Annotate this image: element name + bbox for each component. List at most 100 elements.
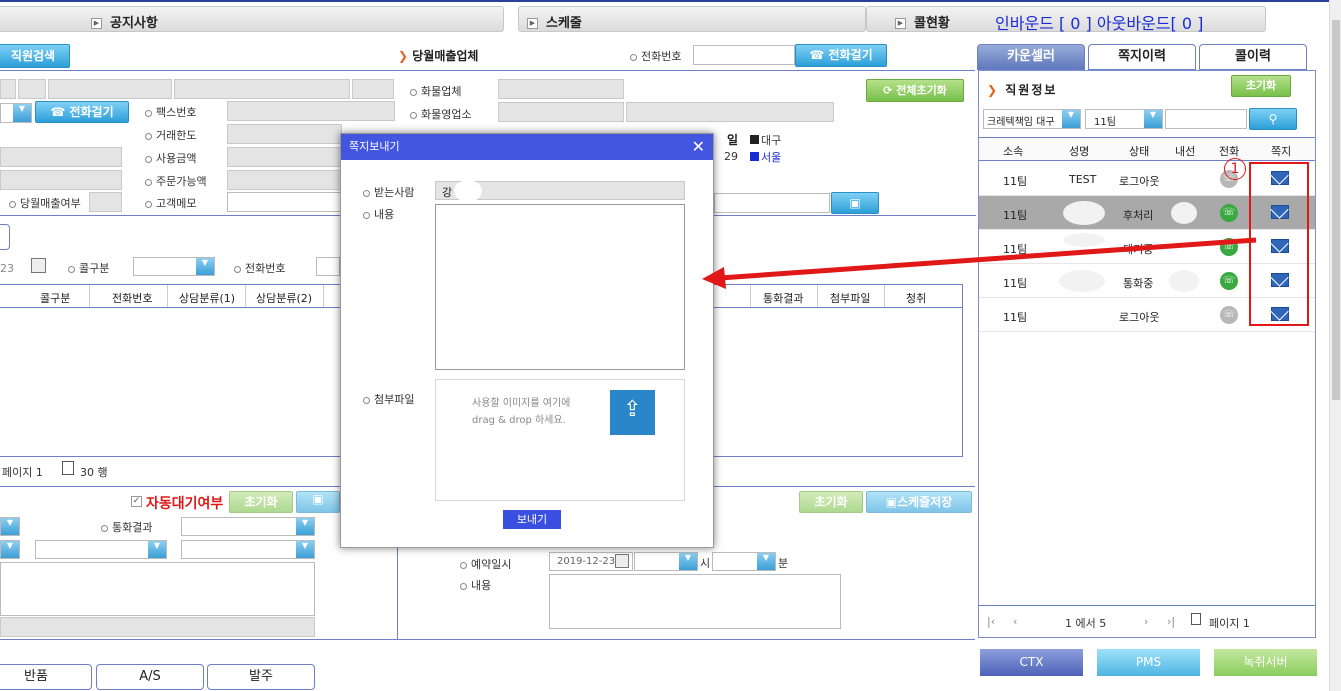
call-status-button[interactable]: ▶ 콜현황 인바운드 [ 0 ] 아웃바운드[ 0 ]	[866, 6, 1266, 33]
annotation-marker: 1	[1224, 158, 1246, 180]
as-button[interactable]: A/S	[96, 664, 204, 690]
staff-team: 11팀	[1003, 209, 1028, 222]
upload-icon[interactable]: ⇪	[610, 390, 655, 435]
dialog-title: 쪽지보내기	[349, 140, 400, 153]
org-select[interactable]: 크레텍책임 대구 ▼	[983, 109, 1081, 129]
orderable-field	[227, 170, 342, 190]
arrow-right-icon: ▶	[91, 18, 102, 29]
staff-reset-button[interactable]: 초기화	[1231, 75, 1291, 97]
phone-label: 전화번호	[630, 48, 681, 64]
phone-icon[interactable]: ☏	[1220, 306, 1238, 324]
schedule-reset-button[interactable]: 초기화	[799, 491, 863, 513]
column-divider	[323, 285, 324, 307]
tab-message-history[interactable]: 쪽지이력	[1088, 44, 1196, 70]
select-field[interactable]: ▼	[0, 517, 20, 536]
staff-search-button[interactable]: 직원검색	[0, 44, 70, 68]
column-header: 상담분류(1)	[179, 292, 236, 305]
pager-first-icon[interactable]: |‹	[987, 615, 995, 628]
chevron-right-icon: ❯	[987, 83, 1006, 97]
page-scrollbar[interactable]	[1329, 0, 1341, 691]
cargo-company-label: 화물업체	[410, 83, 461, 99]
schedule-button[interactable]: ▶ 스케줄	[518, 6, 866, 32]
pager-last-icon[interactable]: ›|	[1167, 615, 1175, 628]
calendar-icon[interactable]	[31, 258, 46, 273]
send-button[interactable]: 보내기	[503, 510, 561, 529]
tab-stub[interactable]	[0, 224, 10, 250]
close-icon[interactable]: ✕	[692, 134, 705, 160]
call-type-select[interactable]: ▼	[133, 257, 215, 276]
schedule-save-button[interactable]: ▣스케줄저장	[866, 491, 972, 513]
pager-divider	[979, 605, 1315, 606]
staff-search-input[interactable]	[1165, 109, 1247, 129]
phone-icon[interactable]: ☏	[1220, 204, 1238, 222]
chevron-down-icon: ▼	[296, 541, 314, 558]
select-field[interactable]: ▼	[181, 540, 315, 559]
record-server-button[interactable]: 녹취서버	[1214, 649, 1317, 676]
column-header: 상담분류(2)	[256, 292, 313, 305]
arrow-right-icon: ▶	[527, 18, 538, 29]
minute-select[interactable]: ▼	[712, 552, 776, 571]
reset-button[interactable]: 초기화	[229, 491, 293, 513]
call-result-select[interactable]: ▼	[181, 517, 315, 536]
info-field	[18, 79, 46, 99]
staff-team: 11팀	[1003, 311, 1028, 324]
staff-team: 11팀	[1003, 175, 1028, 188]
pager-text: 1 에서 5	[1065, 617, 1107, 630]
reservation-label: 예약일시	[460, 556, 511, 572]
team-select[interactable]: 11팀 ▼	[1085, 109, 1163, 129]
pager-next-icon[interactable]: ›	[1144, 615, 1148, 628]
info-field	[0, 617, 315, 637]
save-icon-button[interactable]: ▣	[831, 192, 879, 214]
auto-wait-checkbox[interactable]: ✓	[131, 496, 142, 507]
order-button[interactable]: 발주	[207, 664, 315, 690]
used-amount-label: 사용금액	[145, 150, 196, 166]
calendar-icon[interactable]	[615, 554, 629, 568]
staff-status: 로그아웃	[1119, 175, 1160, 188]
pms-button[interactable]: PMS	[1097, 649, 1200, 676]
column-header: 콜구분	[40, 292, 71, 305]
ctx-button[interactable]: CTX	[980, 649, 1083, 676]
memo-textarea[interactable]	[0, 562, 315, 616]
notice-label: 공지사항	[110, 16, 158, 31]
pager-prev-icon[interactable]: ‹	[1013, 615, 1017, 628]
redacted-name	[1063, 201, 1105, 225]
tab-counselor[interactable]: 카운셀러	[977, 44, 1085, 70]
staff-status: 후처리	[1123, 209, 1154, 222]
cargo-company-field	[498, 79, 624, 99]
search-button[interactable]: ⚲	[1249, 108, 1297, 130]
tab-call-history[interactable]: 콜이력	[1199, 44, 1307, 70]
minute-label: 분	[778, 557, 789, 570]
memo-input-center[interactable]	[714, 193, 830, 213]
call-button-small[interactable]: ☎ 전화걸기	[35, 101, 129, 123]
file-drop-zone[interactable]: 사용할 이미지를 여기에 drag & drop 하세요. ⇪	[435, 379, 685, 501]
column-divider	[245, 285, 246, 307]
column-header: 쪽지	[1271, 145, 1292, 158]
arrow-head	[702, 267, 726, 289]
copy-icon	[1191, 613, 1201, 625]
monthly-sales-company-title: ❯ 당월매출업체	[398, 49, 479, 63]
select-field[interactable]: ▼	[35, 540, 167, 559]
return-button[interactable]: 반품	[0, 664, 92, 690]
chevron-down-icon: ▼	[196, 258, 214, 275]
fax-label: 팩스번호	[145, 104, 196, 120]
phone-input[interactable]	[693, 45, 795, 65]
call-button[interactable]: ☎ 전화걸기	[795, 44, 887, 67]
refresh-icon: ⟳	[883, 84, 897, 97]
select-field[interactable]: ▼	[0, 540, 20, 559]
hour-select[interactable]: ▼	[634, 552, 698, 571]
reset-all-button[interactable]: ⟳ 전체초기화	[866, 79, 964, 102]
schedule-content-textarea[interactable]	[549, 574, 841, 629]
phone-filter-input[interactable]	[316, 257, 340, 276]
message-textarea[interactable]	[435, 204, 685, 370]
phone-select[interactable]: ▼	[0, 103, 32, 123]
day-value: 29	[724, 150, 738, 163]
scrollbar-thumb[interactable]	[1332, 20, 1340, 400]
notice-button[interactable]: ▶ 공지사항	[0, 6, 504, 32]
info-field	[0, 79, 16, 99]
column-header: 내선	[1175, 145, 1196, 158]
staff-status: 로그아웃	[1119, 311, 1160, 324]
info-field	[48, 79, 172, 99]
save-button-partial[interactable]: ▣	[296, 491, 340, 513]
column-header: 첨부파일	[830, 292, 871, 305]
recipient-label: 받는사람	[363, 184, 414, 200]
